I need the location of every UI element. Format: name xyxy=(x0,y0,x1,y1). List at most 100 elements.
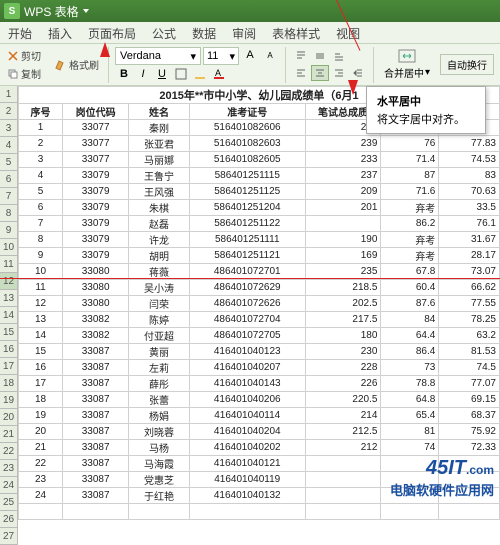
cell[interactable]: 薛彤 xyxy=(129,376,190,392)
cell[interactable]: 33079 xyxy=(63,248,129,264)
cell[interactable]: 15 xyxy=(19,344,63,360)
cell[interactable]: 71.6 xyxy=(381,184,439,200)
cell[interactable]: 212 xyxy=(305,440,381,456)
cell[interactable]: 12 xyxy=(19,296,63,312)
menu-1[interactable]: 插入 xyxy=(40,22,80,43)
merge-center-button[interactable]: 合并居中▾ xyxy=(380,47,434,82)
cell[interactable]: 226 xyxy=(305,376,381,392)
cut-button[interactable]: 剪切 xyxy=(4,47,44,64)
cell[interactable]: 586401251115 xyxy=(189,168,305,184)
cell[interactable]: 586401251122 xyxy=(189,216,305,232)
cell[interactable]: 5 xyxy=(19,184,63,200)
cell[interactable]: 209 xyxy=(305,184,381,200)
cell[interactable]: 218.5 xyxy=(305,280,381,296)
cell[interactable]: 王鲁宁 xyxy=(129,168,190,184)
cell[interactable]: 233 xyxy=(305,152,381,168)
row-header[interactable]: 10 xyxy=(0,239,18,256)
increase-font-button[interactable]: A xyxy=(241,47,259,63)
col-header[interactable]: 岗位代码 xyxy=(63,104,129,120)
cell[interactable]: 228 xyxy=(305,360,381,376)
cell[interactable]: 202.5 xyxy=(305,296,381,312)
cell[interactable]: 586401251125 xyxy=(189,184,305,200)
cell[interactable]: 33077 xyxy=(63,120,129,136)
row-header[interactable]: 17 xyxy=(0,358,18,375)
cell[interactable]: 77.07 xyxy=(439,376,500,392)
cell[interactable]: 516401082605 xyxy=(189,152,305,168)
cell[interactable] xyxy=(381,504,439,520)
cell[interactable]: 416401040204 xyxy=(189,424,305,440)
cell[interactable]: 214 xyxy=(305,408,381,424)
cell[interactable]: 7 xyxy=(19,216,63,232)
row-header[interactable]: 4 xyxy=(0,137,18,154)
cell[interactable]: 416401040207 xyxy=(189,360,305,376)
cell[interactable]: 吴小涛 xyxy=(129,280,190,296)
menu-5[interactable]: 审阅 xyxy=(224,22,264,43)
cell[interactable]: 33082 xyxy=(63,312,129,328)
decrease-font-button[interactable]: A xyxy=(261,47,279,63)
cell[interactable]: 74 xyxy=(381,440,439,456)
cell[interactable]: 弃考 xyxy=(381,200,439,216)
cell[interactable]: 33087 xyxy=(63,488,129,504)
cell[interactable]: 秦刚 xyxy=(129,120,190,136)
cell[interactable]: 78.8 xyxy=(381,376,439,392)
cell[interactable]: 31.67 xyxy=(439,232,500,248)
cell[interactable]: 赵磊 xyxy=(129,216,190,232)
cell[interactable]: 33079 xyxy=(63,184,129,200)
cell[interactable]: 20 xyxy=(19,424,63,440)
italic-button[interactable]: I xyxy=(134,66,152,82)
cell[interactable]: 33082 xyxy=(63,328,129,344)
row-header[interactable]: 13 xyxy=(0,290,18,307)
cell[interactable]: 马丽娜 xyxy=(129,152,190,168)
cell[interactable]: 33087 xyxy=(63,344,129,360)
cell[interactable]: 68.37 xyxy=(439,408,500,424)
cell[interactable]: 71.4 xyxy=(381,152,439,168)
align-top-button[interactable] xyxy=(292,48,310,64)
col-header[interactable]: 序号 xyxy=(19,104,63,120)
cell[interactable]: 416401040132 xyxy=(189,488,305,504)
cell[interactable]: 闫荣 xyxy=(129,296,190,312)
cell[interactable]: 4 xyxy=(19,168,63,184)
col-header[interactable]: 准考证号 xyxy=(189,104,305,120)
cell[interactable]: 76.1 xyxy=(439,216,500,232)
row-header[interactable]: 8 xyxy=(0,205,18,222)
align-middle-button[interactable] xyxy=(311,48,329,64)
menu-3[interactable]: 公式 xyxy=(144,22,184,43)
cell[interactable]: 33087 xyxy=(63,424,129,440)
row-header[interactable]: 25 xyxy=(0,494,18,511)
cell[interactable]: 28.17 xyxy=(439,248,500,264)
cell[interactable]: 69.15 xyxy=(439,392,500,408)
cell[interactable]: 84 xyxy=(381,312,439,328)
cell[interactable] xyxy=(439,504,500,520)
cell[interactable]: 33087 xyxy=(63,392,129,408)
menu-6[interactable]: 表格样式 xyxy=(264,22,328,43)
underline-button[interactable]: U xyxy=(153,66,171,82)
cell[interactable]: 169 xyxy=(305,248,381,264)
wrap-text-button[interactable]: 自动换行 xyxy=(440,54,494,75)
cell[interactable]: 33079 xyxy=(63,232,129,248)
cell[interactable]: 180 xyxy=(305,328,381,344)
cell[interactable]: 212.5 xyxy=(305,424,381,440)
bold-button[interactable]: B xyxy=(115,66,133,82)
cell[interactable]: 张亚君 xyxy=(129,136,190,152)
cell[interactable]: 1 xyxy=(19,120,63,136)
row-header[interactable]: 26 xyxy=(0,511,18,528)
align-center-button[interactable] xyxy=(311,65,329,81)
cell[interactable]: 弃考 xyxy=(381,232,439,248)
cell[interactable]: 8 xyxy=(19,232,63,248)
menu-0[interactable]: 开始 xyxy=(0,22,40,43)
cell[interactable] xyxy=(305,456,381,472)
menu-2[interactable]: 页面布局 xyxy=(80,22,144,43)
cell[interactable]: 33077 xyxy=(63,136,129,152)
row-header[interactable]: 7 xyxy=(0,188,18,205)
cell[interactable]: 左莉 xyxy=(129,360,190,376)
row-header[interactable]: 23 xyxy=(0,460,18,477)
border-button[interactable] xyxy=(172,66,190,82)
row-header[interactable]: 22 xyxy=(0,443,18,460)
cell[interactable]: 86.4 xyxy=(381,344,439,360)
copy-button[interactable]: 复制 xyxy=(4,65,44,82)
cell[interactable]: 党惠芝 xyxy=(129,472,190,488)
format-painter-button[interactable]: 格式刷 xyxy=(50,56,102,73)
cell[interactable]: 70.63 xyxy=(439,184,500,200)
cell[interactable]: 33077 xyxy=(63,152,129,168)
cell[interactable]: 190 xyxy=(305,232,381,248)
